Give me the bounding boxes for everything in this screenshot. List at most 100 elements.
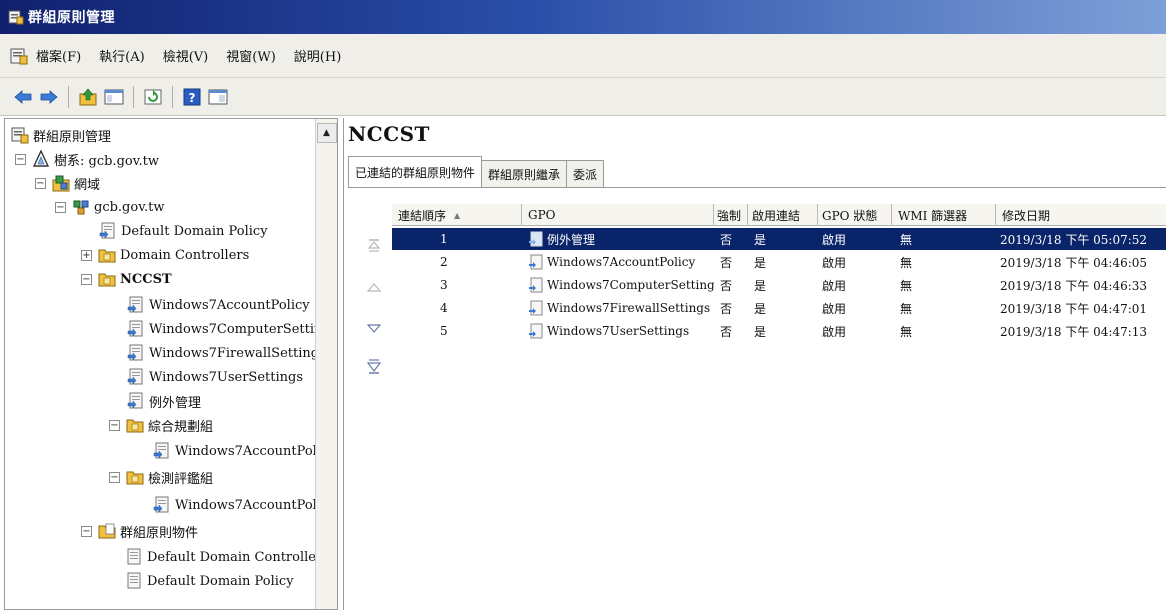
collapse-icon[interactable]: − bbox=[109, 419, 120, 431]
collapse-icon[interactable]: − bbox=[15, 153, 26, 165]
column-header-modified[interactable]: 修改日期 bbox=[996, 204, 1166, 226]
cell-modified: 2019/3/18 下午 05:07:52 bbox=[1000, 232, 1148, 247]
tree-item-domains[interactable]: − 網域 bbox=[35, 171, 100, 195]
column-header-enforced[interactable]: 強制 bbox=[714, 204, 748, 226]
cell-enforced: 否 bbox=[720, 278, 733, 293]
back-arrow-icon[interactable] bbox=[12, 86, 34, 108]
tree-item-ou-evaluation[interactable]: − 檢測評鑑組 bbox=[109, 465, 213, 489]
collapse-icon[interactable]: − bbox=[35, 177, 46, 189]
scroll-up-arrow-icon[interactable]: ▲ bbox=[316, 123, 337, 143]
tab-delegation[interactable]: 委派 bbox=[566, 160, 605, 188]
cell-gpo: Windows7UserSettings bbox=[522, 320, 714, 342]
tree-item-gpo-container[interactable]: − 群組原則物件 bbox=[81, 519, 198, 543]
tab-linked-gpos[interactable]: 已連結的群組原則物件 bbox=[348, 156, 483, 188]
help-icon[interactable]: ? bbox=[181, 86, 203, 108]
cell-gpo-status: 啟用 bbox=[822, 301, 847, 316]
tree-item-default-domain-policy[interactable]: Default Domain Policy bbox=[99, 219, 268, 243]
linked-gpo-list: 連結順序 ▲ GPO 強制 啟用連結 GPO 狀態 WMI 篩選器 修改日期 1… bbox=[392, 204, 1166, 610]
collapse-icon[interactable]: − bbox=[81, 273, 92, 285]
tree-label-default-domain-policy: Default Domain Policy bbox=[121, 223, 268, 239]
move-up-icon[interactable] bbox=[364, 278, 384, 298]
column-header-order[interactable]: 連結順序 ▲ bbox=[392, 204, 522, 226]
gpmc-app-icon bbox=[8, 10, 24, 25]
properties-icon[interactable] bbox=[207, 86, 229, 108]
cell-gpo-status: 啟用 bbox=[822, 232, 847, 247]
tree-item-ou-planning[interactable]: − 綜合規劃組 bbox=[109, 413, 213, 437]
tab-divider bbox=[348, 187, 1166, 188]
cell-gpo-label: Windows7FirewallSettings bbox=[547, 301, 711, 315]
move-to-top-icon[interactable] bbox=[364, 236, 384, 256]
move-to-bottom-icon[interactable] bbox=[364, 356, 384, 376]
tree-item-domain[interactable]: − gcb.gov.tw bbox=[55, 195, 165, 219]
tree-item-gpo-link[interactable]: Windows7UserSettings bbox=[127, 365, 303, 389]
tree-label-gpo: Default Domain Policy bbox=[147, 573, 294, 589]
menu-action[interactable]: 執行(A) bbox=[99, 46, 145, 65]
tree-label-gpo-link: Windows7AccountPolicy bbox=[175, 443, 315, 459]
gpo-icon bbox=[127, 572, 141, 589]
collapse-icon[interactable]: − bbox=[109, 471, 120, 483]
tree-item-gpo-link[interactable]: Windows7AccountPolicy bbox=[153, 493, 315, 517]
cell-modified: 2019/3/18 下午 04:47:01 bbox=[1000, 301, 1148, 316]
toolbar-separator bbox=[68, 85, 69, 108]
cell-gpo-label: Windows7ComputerSettings bbox=[547, 278, 714, 292]
collapse-icon[interactable]: − bbox=[81, 525, 92, 537]
column-header-link-enabled[interactable]: 啟用連結 bbox=[748, 204, 818, 226]
refresh-icon[interactable] bbox=[142, 86, 164, 108]
cell-gpo: Windows7AccountPolicy bbox=[522, 251, 714, 273]
tree-item-gpo-link[interactable]: Windows7FirewallSettings bbox=[127, 341, 315, 365]
expand-icon[interactable]: + bbox=[81, 249, 92, 261]
menu-view[interactable]: 檢視(V) bbox=[163, 46, 209, 65]
gpmc-icon bbox=[11, 127, 29, 144]
console-tree-pane: 群組原則管理 − 樹系: gcb.gov.tw − 網域 − gcb.gov.t… bbox=[4, 118, 338, 610]
cell-gpo-status: 啟用 bbox=[822, 278, 847, 293]
tree-item-gpo-link[interactable]: 例外管理 bbox=[127, 389, 201, 413]
tree-item-domain-controllers[interactable]: + Domain Controllers bbox=[81, 243, 249, 267]
list-row[interactable]: 5 Windows7UserSettings 否 是 啟用 無 2019/3/1… bbox=[392, 320, 1166, 342]
console-icon[interactable] bbox=[10, 47, 28, 65]
column-header-wmi-filter[interactable]: WMI 篩選器 bbox=[892, 204, 996, 226]
tab-gp-inheritance[interactable]: 群組原則繼承 bbox=[481, 160, 568, 188]
column-header-gpo[interactable]: GPO bbox=[522, 204, 714, 226]
sort-ascending-icon: ▲ bbox=[454, 210, 461, 220]
tree-item-gpo-link[interactable]: Windows7AccountPolicy bbox=[153, 439, 315, 463]
list-row[interactable]: 1 例外管理 否 是 啟用 無 2019/3/18 下午 05:07:52 bbox=[392, 228, 1166, 250]
tree-item-root[interactable]: 群組原則管理 bbox=[11, 123, 111, 147]
tree-label-gpo: Default Domain Controllers bbox=[147, 549, 315, 565]
tree-item-gpo[interactable]: Default Domain Controllers bbox=[125, 545, 315, 569]
gpo-link-icon bbox=[99, 222, 115, 239]
svg-text:?: ? bbox=[189, 91, 196, 105]
cell-link-enabled: 是 bbox=[754, 232, 767, 247]
tree-item-gpo-link[interactable]: Windows7ComputerSettings bbox=[127, 317, 315, 341]
menu-file[interactable]: 檔案(F) bbox=[36, 46, 81, 65]
gpo-link-icon bbox=[127, 320, 143, 337]
tree-item-forest[interactable]: − 樹系: gcb.gov.tw bbox=[15, 147, 159, 171]
tree-label-domain-controllers: Domain Controllers bbox=[120, 247, 250, 263]
tree-item-nccst[interactable]: − NCCST bbox=[81, 267, 172, 291]
tree-item-gpo[interactable]: Default Domain Policy bbox=[125, 569, 294, 593]
cell-enforced: 否 bbox=[720, 232, 733, 247]
collapse-icon[interactable]: − bbox=[55, 201, 66, 213]
list-row[interactable]: 4 Windows7FirewallSettings 否 是 啟用 無 2019… bbox=[392, 297, 1166, 319]
cell-order: 1 bbox=[440, 232, 448, 246]
menu-window[interactable]: 視窗(W) bbox=[226, 46, 276, 65]
list-row[interactable]: 3 Windows7ComputerSettings 否 是 啟用 無 2019… bbox=[392, 274, 1166, 296]
gpo-link-icon bbox=[529, 231, 543, 247]
show-hide-tree-icon[interactable] bbox=[103, 86, 125, 108]
tree-scrollbar[interactable]: ▲ bbox=[315, 119, 337, 609]
column-header-gpo-status[interactable]: GPO 狀態 bbox=[818, 204, 892, 226]
menu-bar: 檔案(F) 執行(A) 檢視(V) 視窗(W) 說明(H) bbox=[0, 34, 1166, 78]
cell-modified: 2019/3/18 下午 04:47:13 bbox=[1000, 324, 1148, 339]
menu-help[interactable]: 說明(H) bbox=[294, 46, 341, 65]
cell-gpo: 例外管理 bbox=[522, 228, 714, 250]
tree-label-gpo-link: Windows7AccountPolicy bbox=[149, 297, 310, 313]
details-tabs: 已連結的群組原則物件 群組原則繼承 委派 bbox=[348, 156, 605, 188]
tree-label-forest: 樹系: gcb.gov.tw bbox=[54, 153, 160, 169]
tree-item-gpo-link[interactable]: Windows7AccountPolicy bbox=[127, 293, 310, 317]
up-folder-icon[interactable] bbox=[77, 86, 99, 108]
details-pane: NCCST 已連結的群組原則物件 群組原則繼承 委派 連結順序 ▲ GPO 強制… bbox=[343, 118, 1166, 610]
move-down-icon[interactable] bbox=[364, 318, 384, 338]
list-row[interactable]: 2 Windows7AccountPolicy 否 是 啟用 無 2019/3/… bbox=[392, 251, 1166, 273]
cell-gpo-status: 啟用 bbox=[822, 255, 847, 270]
gpo-link-icon bbox=[127, 392, 143, 409]
forward-arrow-icon[interactable] bbox=[38, 86, 60, 108]
